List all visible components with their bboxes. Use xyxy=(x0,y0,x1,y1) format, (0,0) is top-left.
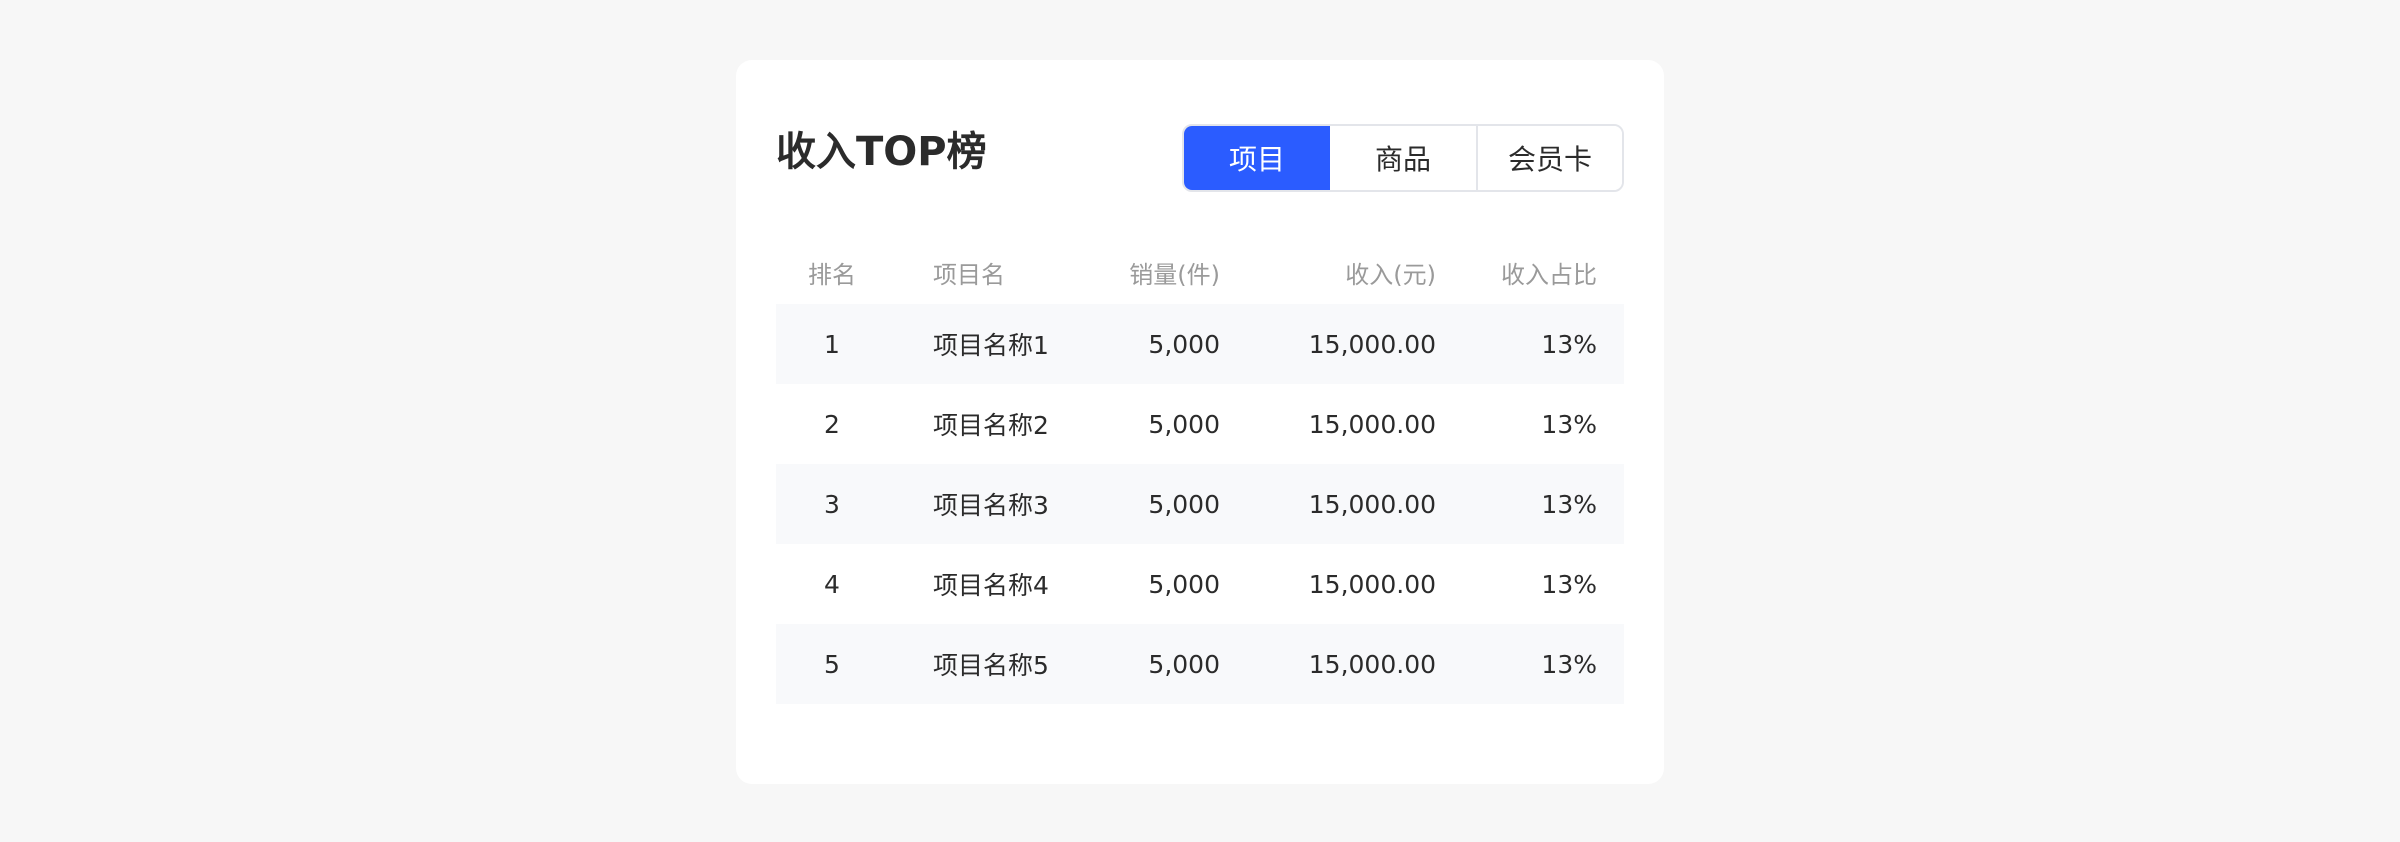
header-revenue: 收入(元) xyxy=(1345,260,1436,289)
cell-share: 13% xyxy=(1541,409,1597,439)
cell-share: 13% xyxy=(1541,569,1597,599)
cell-rank: 2 xyxy=(824,409,840,439)
table-header-row: 排名 项目名 销量(件) 收入(元) 收入占比 xyxy=(776,240,1624,304)
cell-name: 项目名称3 xyxy=(933,491,1049,520)
cell-qty: 5,000 xyxy=(1148,409,1220,439)
cell-rank: 3 xyxy=(824,489,840,519)
table-row: 1 项目名称1 5,000 15,000.00 13% xyxy=(776,304,1624,384)
cell-name: 项目名称4 xyxy=(933,571,1049,600)
cell-share: 13% xyxy=(1541,329,1597,359)
cell-name: 项目名称5 xyxy=(933,651,1049,680)
header-share: 收入占比 xyxy=(1501,260,1597,289)
revenue-table: 排名 项目名 销量(件) 收入(元) 收入占比 1 项目名称1 5,000 15… xyxy=(776,240,1624,704)
cell-revenue: 15,000.00 xyxy=(1308,569,1436,599)
cell-revenue: 15,000.00 xyxy=(1308,409,1436,439)
cell-share: 13% xyxy=(1541,489,1597,519)
cell-share: 13% xyxy=(1541,649,1597,679)
tab-goods[interactable]: 商品 xyxy=(1330,126,1476,190)
cell-name: 项目名称1 xyxy=(933,331,1049,360)
cell-revenue: 15,000.00 xyxy=(1308,489,1436,519)
tab-project[interactable]: 项目 xyxy=(1184,126,1330,190)
cell-qty: 5,000 xyxy=(1148,569,1220,599)
cell-rank: 5 xyxy=(824,649,840,679)
table-row: 2 项目名称2 5,000 15,000.00 13% xyxy=(776,384,1624,464)
cell-qty: 5,000 xyxy=(1148,489,1220,519)
cell-rank: 4 xyxy=(824,569,840,599)
cell-qty: 5,000 xyxy=(1148,649,1220,679)
tab-membership-card[interactable]: 会员卡 xyxy=(1476,126,1622,190)
category-tabs: 项目 商品 会员卡 xyxy=(1182,124,1624,192)
header-name: 项目名 xyxy=(933,260,1005,289)
cell-qty: 5,000 xyxy=(1148,329,1220,359)
table-row: 4 项目名称4 5,000 15,000.00 13% xyxy=(776,544,1624,624)
table-row: 3 项目名称3 5,000 15,000.00 13% xyxy=(776,464,1624,544)
cell-name: 项目名称2 xyxy=(933,411,1049,440)
table-row: 5 项目名称5 5,000 15,000.00 13% xyxy=(776,624,1624,704)
revenue-top-card: 收入TOP榜 项目 商品 会员卡 排名 项目名 销量(件) 收入(元) 收入占比… xyxy=(736,60,1664,784)
cell-revenue: 15,000.00 xyxy=(1308,649,1436,679)
card-title: 收入TOP榜 xyxy=(776,129,987,175)
header-qty: 销量(件) xyxy=(1129,260,1220,289)
header-rank: 排名 xyxy=(808,260,856,289)
cell-rank: 1 xyxy=(824,329,840,359)
cell-revenue: 15,000.00 xyxy=(1308,329,1436,359)
